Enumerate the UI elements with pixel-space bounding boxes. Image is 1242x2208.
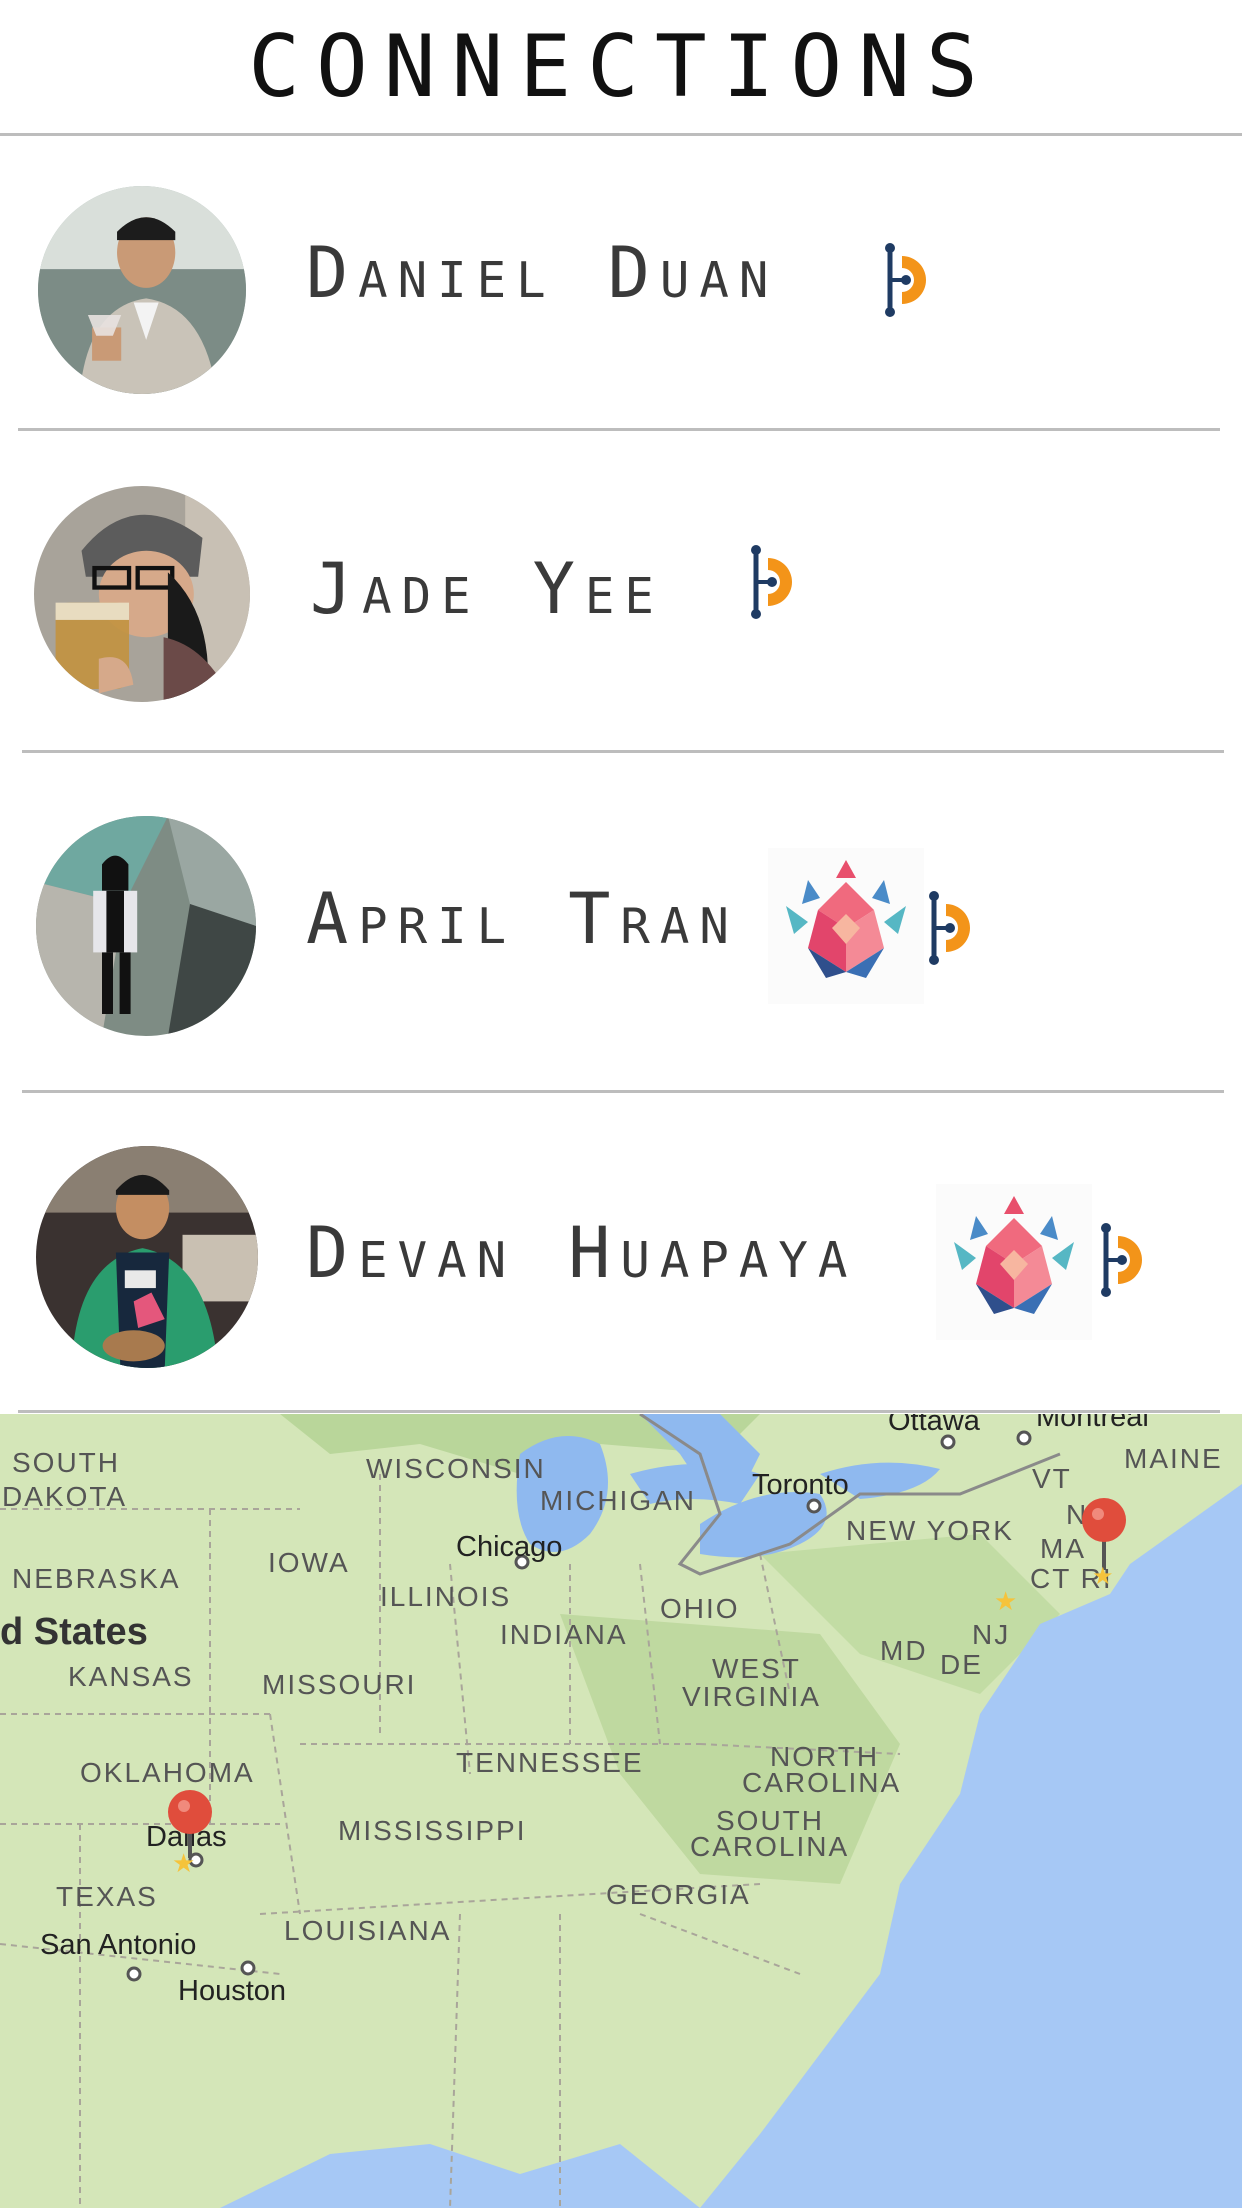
state-label: DAKOTA (2, 1481, 127, 1512)
connection-row[interactable]: Daniel Duan (0, 136, 1242, 432)
svg-text:★: ★ (172, 1849, 195, 1879)
city-label: Chicago (456, 1531, 562, 1563)
state-label: WISCONSIN (366, 1453, 546, 1484)
row-divider (18, 1410, 1220, 1413)
city-dot (1016, 1430, 1032, 1446)
city-label: San Antonio (40, 1929, 196, 1961)
state-label: VT (1032, 1463, 1072, 1494)
city-dot (240, 1960, 256, 1976)
state-label: WEST (712, 1653, 801, 1684)
connection-name: April Tran (306, 878, 739, 960)
state-label: CAROLINA (690, 1831, 849, 1862)
state-label: NEBRASKA (12, 1563, 181, 1594)
state-label: MISSISSIPPI (338, 1815, 527, 1846)
connection-row[interactable]: April Tran (0, 752, 1242, 1093)
crown-badge-icon (768, 848, 924, 1004)
avatar (36, 816, 256, 1036)
state-label: MISSOURI (262, 1669, 416, 1700)
state-label: MICHIGAN (540, 1485, 696, 1516)
state-label: INDIANA (500, 1619, 628, 1650)
state-label: VIRGINIA (682, 1681, 821, 1712)
connection-row[interactable]: Devan Huapaya (0, 1092, 1242, 1414)
connection-name: Devan Huapaya (306, 1212, 858, 1294)
state-label: MA (1040, 1533, 1086, 1564)
city-dot (806, 1498, 822, 1514)
state-label: MAINE (1124, 1443, 1223, 1474)
country-label: d States (0, 1611, 148, 1653)
state-label: NJ (972, 1619, 1010, 1650)
city-label: Houston (178, 1975, 286, 2007)
hackduke-badge-icon (1096, 1220, 1154, 1300)
crown-badge-icon (936, 1184, 1092, 1340)
row-divider (18, 428, 1220, 431)
state-label: MD (880, 1635, 928, 1666)
state-label: TENNESSEE (456, 1747, 644, 1778)
hackduke-badge-icon (746, 542, 804, 622)
connections-header: CONNECTIONS (0, 0, 1242, 136)
state-label: TEXAS (56, 1881, 158, 1912)
connection-row[interactable]: Jade Yee (0, 432, 1242, 753)
connection-name: Jade Yee (310, 548, 664, 630)
city-label: Montreal (1036, 1414, 1149, 1433)
state-label: CAROLINA (742, 1767, 901, 1798)
state-label: NEW YORK (846, 1515, 1014, 1546)
state-label: LOUISIANA (284, 1915, 451, 1946)
city-label: Toronto (752, 1469, 849, 1501)
connections-map[interactable]: SOUTH DAKOTA WISCONSIN MICHIGAN IOWA NEB… (0, 1414, 1242, 2208)
hackduke-badge-icon (880, 240, 938, 320)
state-label: DE (940, 1649, 983, 1680)
avatar (34, 486, 250, 702)
state-label: GEORGIA (606, 1879, 751, 1910)
state-label: OKLAHOMA (80, 1757, 255, 1788)
avatar (38, 186, 246, 394)
svg-text:★: ★ (1092, 1562, 1114, 1590)
state-label: IOWA (268, 1547, 350, 1578)
state-label: ILLINOIS (380, 1581, 511, 1612)
star-icon: ★ (994, 1587, 1017, 1617)
state-label: KANSAS (68, 1661, 194, 1692)
city-dot (126, 1966, 142, 1982)
state-label: OHIO (660, 1593, 740, 1624)
page-title: CONNECTIONS (248, 16, 994, 117)
city-label: Ottawa (888, 1414, 981, 1437)
connection-name: Daniel Duan (306, 232, 779, 314)
city-dot (940, 1434, 956, 1450)
state-label: SOUTH (12, 1447, 120, 1478)
avatar (36, 1146, 258, 1368)
hackduke-badge-icon (924, 888, 982, 968)
